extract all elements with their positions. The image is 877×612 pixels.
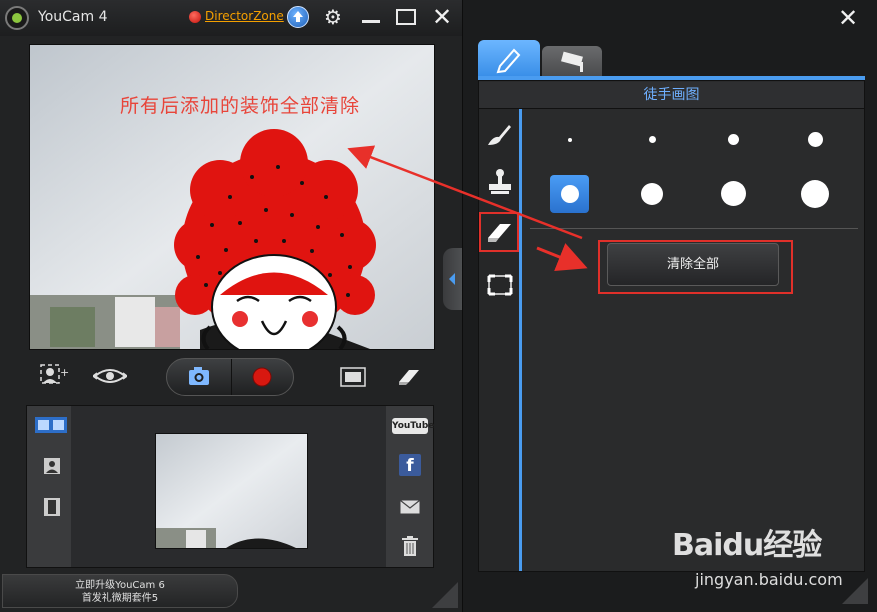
watermark-brand: Baidu经验 [672, 528, 822, 563]
watermark-url: jingyan.baidu.com [695, 570, 843, 589]
baidu-watermark: Baidu经验 [672, 520, 822, 564]
arrow-to-clear-all [536, 243, 588, 272]
arrow-to-preview [347, 145, 583, 240]
